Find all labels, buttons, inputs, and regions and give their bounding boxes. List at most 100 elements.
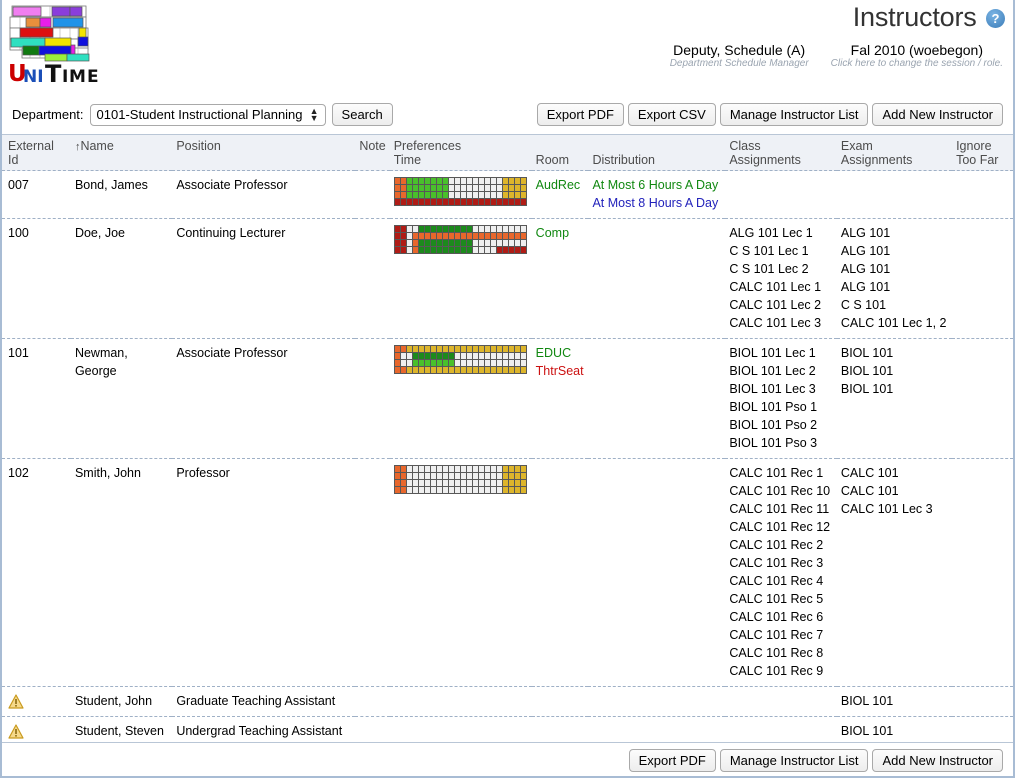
table-row[interactable]: 101 Newman, George Associate Professor EDUC… (2, 338, 1013, 459)
class-assignment-item: CALC 101 Rec 4 (729, 574, 824, 588)
time-grid-cell[interactable] (519, 486, 527, 494)
cell-note (354, 170, 390, 219)
time-grid-cell[interactable] (519, 366, 527, 374)
column-header-preferences-label: Preferences (393, 139, 462, 153)
time-grid-cell[interactable] (519, 184, 527, 192)
logo-letter-i: I (62, 67, 69, 87)
cell-time-preferences (389, 458, 532, 687)
exam-assignment-item: CALC 101 (840, 484, 899, 498)
time-grid-cell[interactable] (519, 246, 527, 254)
academic-session-block[interactable]: Fal 2010 (woebegon) Click here to change… (831, 42, 1003, 69)
exam-assignment-list: BIOL 101 (841, 722, 948, 740)
class-assignment-item: BIOL 101 Pso 3 (729, 436, 818, 450)
time-grid-cell[interactable] (519, 232, 527, 240)
logo-letter-m: M (69, 67, 86, 87)
column-header-distribution[interactable]: Distribution (588, 135, 726, 171)
class-assignment-item: BIOL 101 Lec 3 (729, 382, 816, 396)
column-header-class-line2: Assignments (729, 153, 801, 167)
time-preference-grid[interactable] (393, 465, 527, 494)
time-grid-row (393, 177, 527, 185)
time-grid-cell[interactable] (519, 479, 527, 487)
cell-ignore-too-far (952, 218, 1013, 339)
add-new-instructor-button[interactable]: Add New Instructor (872, 103, 1003, 126)
table-row[interactable]: 007 Bond, James Associate Professor AudRec A… (2, 170, 1013, 219)
cell-distribution-preferences (588, 218, 726, 339)
time-grid-row (393, 198, 527, 206)
exam-assignment-item: CALC 101 (840, 466, 899, 480)
class-assignment-item: C S 101 Lec 2 (729, 262, 809, 276)
column-header-position[interactable]: Position (172, 135, 355, 171)
time-grid-cell[interactable] (519, 177, 527, 185)
class-assignment-item: BIOL 101 Lec 2 (729, 364, 816, 378)
export-csv-button[interactable]: Export CSV (627, 103, 716, 126)
room-preference-list: Comp (536, 224, 585, 242)
class-assignment-list: CALC 101 Rec 1 CALC 101 Rec 10 CALC 101 Re… (729, 464, 833, 680)
time-preference-grid[interactable] (393, 345, 527, 374)
cell-external-id: 007 (2, 170, 71, 219)
room-preference-list: EDUC ThtrSeat (536, 344, 585, 380)
time-grid-cell[interactable] (519, 198, 527, 206)
column-header-room[interactable]: Room (531, 135, 589, 171)
table-row[interactable]: 102 Smith, John Professor CALC 101 Rec 1 CAL… (2, 458, 1013, 687)
column-header-ignore-too-far[interactable]: Ignore Too Far (952, 135, 1013, 171)
time-grid-row (393, 239, 527, 247)
cell-position: Associate Professor (172, 170, 355, 219)
cell-room-preferences: EDUC ThtrSeat (531, 338, 589, 459)
column-header-preferences-time[interactable]: Preferences Time (389, 135, 532, 171)
footer-add-new-instructor-button[interactable]: Add New Instructor (872, 749, 1003, 772)
time-grid-cell[interactable] (519, 352, 527, 360)
cell-exam-assignments: CALC 101 CALC 101 CALC 101 Lec 3 (836, 458, 953, 687)
time-preference-grid[interactable] (393, 225, 527, 254)
cell-ignore-too-far (952, 458, 1013, 687)
time-grid-cell[interactable] (519, 239, 527, 247)
cell-position: Associate Professor (172, 338, 355, 459)
department-select-wrap[interactable]: 0101-Student Instructional Planning ▲ ▼ (89, 103, 326, 126)
table-row[interactable]: 100 Doe, Joe Continuing Lecturer Comp ALG 10… (2, 218, 1013, 339)
unitime-logo[interactable]: U NI T I M E (8, 4, 104, 88)
column-header-class-assignments[interactable]: Class Assignments (725, 135, 837, 171)
cell-distribution-preferences: At Most 6 Hours A Day At Most 8 Hours A D… (588, 170, 726, 219)
unitime-wordmark: U NI T I M E (8, 62, 100, 88)
class-assignment-item: BIOL 101 Lec 1 (729, 346, 816, 360)
time-grid-cell[interactable] (519, 191, 527, 199)
exam-assignment-item: C S 101 (840, 298, 887, 312)
column-header-external-id[interactable]: External Id (2, 135, 71, 171)
table-row[interactable]: Student, John Graduate Teaching Assistant… (2, 686, 1013, 717)
class-assignment-item: CALC 101 Rec 2 (729, 538, 824, 552)
time-grid-row (393, 191, 527, 199)
cell-class-assignments (725, 170, 837, 219)
time-grid-cell[interactable] (519, 359, 527, 367)
footer-bar: Export PDF Manage Instructor List Add Ne… (2, 742, 1013, 778)
column-header-ignore-line2: Too Far (956, 153, 999, 167)
time-grid-cell[interactable] (519, 472, 527, 480)
department-select[interactable]: 0101-Student Instructional Planning (89, 103, 326, 126)
time-grid-row (393, 225, 527, 233)
help-icon[interactable]: ? (986, 9, 1005, 28)
cell-ignore-too-far (952, 686, 1013, 717)
time-grid-cell[interactable] (519, 345, 527, 353)
column-header-note[interactable]: Note (354, 135, 390, 171)
class-assignment-item: CALC 101 Lec 3 (729, 316, 822, 330)
academic-session-name: Fal 2010 (woebegon) (850, 42, 983, 58)
class-assignment-list: BIOL 101 Lec 1 BIOL 101 Lec 2 BIOL 101 Lec… (729, 344, 833, 452)
session-role-area[interactable]: Deputy, Schedule (A) Department Schedule… (670, 42, 1003, 69)
footer-export-pdf-button[interactable]: Export PDF (628, 749, 716, 772)
time-grid-cell[interactable] (519, 225, 527, 233)
cell-distribution-preferences (588, 686, 726, 717)
export-pdf-button[interactable]: Export PDF (536, 103, 624, 126)
cell-time-preferences (389, 218, 532, 339)
search-button[interactable]: Search (331, 103, 393, 126)
class-assignment-item: CALC 101 Rec 6 (729, 610, 824, 624)
time-grid-cell[interactable] (519, 465, 527, 473)
footer-manage-instructor-list-button[interactable]: Manage Instructor List (719, 749, 869, 772)
cell-ignore-too-far (952, 170, 1013, 219)
manage-instructor-list-button[interactable]: Manage Instructor List (719, 103, 869, 126)
time-preference-grid[interactable] (393, 177, 527, 206)
cell-exam-assignments: BIOL 101 BIOL 101 BIOL 101 (836, 338, 953, 459)
warning-icon (8, 724, 24, 739)
column-header-exam-assignments[interactable]: Exam Assignments (836, 135, 953, 171)
department-label: Department: (12, 107, 84, 122)
column-header-name[interactable]: ↑Name (70, 135, 173, 171)
class-assignment-item: CALC 101 Lec 2 (729, 298, 822, 312)
user-role-block[interactable]: Deputy, Schedule (A) Department Schedule… (670, 42, 809, 69)
